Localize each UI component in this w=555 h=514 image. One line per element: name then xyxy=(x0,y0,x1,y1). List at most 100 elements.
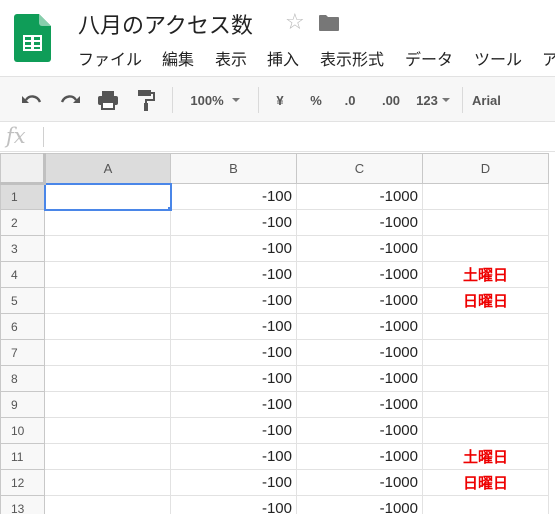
cell-d[interactable] xyxy=(422,209,549,236)
currency-format-button[interactable]: ¥ xyxy=(268,77,292,123)
menu-data[interactable]: データ xyxy=(405,46,453,70)
row-header[interactable]: 13 xyxy=(0,495,45,514)
redo-button[interactable] xyxy=(56,77,84,123)
cell-a[interactable] xyxy=(44,469,171,496)
column-header-c[interactable]: C xyxy=(296,153,423,184)
sheets-logo-icon[interactable] xyxy=(14,14,51,62)
select-all-corner[interactable] xyxy=(0,153,46,185)
cell-b[interactable]: -100 xyxy=(170,183,297,210)
cell-b[interactable]: -100 xyxy=(170,209,297,236)
cell-a[interactable] xyxy=(43,182,172,211)
cell-c[interactable]: -1000 xyxy=(296,339,423,366)
chevron-down-icon xyxy=(441,98,450,102)
font-select[interactable]: Arial xyxy=(472,77,532,123)
row-header[interactable]: 1 xyxy=(0,183,45,210)
cell-b[interactable]: -100 xyxy=(170,365,297,392)
cell-a[interactable] xyxy=(44,365,171,392)
column-header-b[interactable]: B xyxy=(170,153,297,184)
cell-c[interactable]: -1000 xyxy=(296,313,423,340)
undo-button[interactable] xyxy=(18,77,46,123)
cell-c[interactable]: -1000 xyxy=(296,287,423,314)
decrease-decimal-button[interactable]: .0 xyxy=(336,77,364,123)
menu-file[interactable]: ファイル xyxy=(78,46,142,70)
cell-c[interactable]: -1000 xyxy=(296,235,423,262)
cell-d[interactable]: 土曜日 xyxy=(422,443,549,470)
row-header[interactable]: 3 xyxy=(0,235,45,262)
row-header[interactable]: 11 xyxy=(0,443,45,470)
folder-icon[interactable] xyxy=(318,14,340,32)
cell-d[interactable] xyxy=(422,417,549,444)
cell-c[interactable]: -1000 xyxy=(296,365,423,392)
cell-d[interactable] xyxy=(422,313,549,340)
cell-a[interactable] xyxy=(44,339,171,366)
row-header[interactable]: 5 xyxy=(0,287,45,314)
cell-c[interactable]: -1000 xyxy=(296,417,423,444)
row-header[interactable]: 7 xyxy=(0,339,45,366)
row-header[interactable]: 2 xyxy=(0,209,45,236)
cell-c[interactable]: -1000 xyxy=(296,261,423,288)
menu-addons[interactable]: ア xyxy=(542,46,555,70)
cell-a[interactable] xyxy=(44,417,171,444)
menu-tools[interactable]: ツール xyxy=(474,46,522,70)
cell-a[interactable] xyxy=(44,261,171,288)
formula-input[interactable] xyxy=(50,126,550,148)
number-format-select[interactable]: 123 xyxy=(412,77,454,123)
cell-b[interactable]: -100 xyxy=(170,287,297,314)
decrease-decimal-icon: .0 xyxy=(344,92,356,108)
cell-b[interactable]: -100 xyxy=(170,495,297,514)
column-header-d[interactable]: D xyxy=(422,153,549,184)
paint-format-button[interactable] xyxy=(132,77,160,123)
star-icon[interactable]: ☆ xyxy=(285,10,305,35)
menu-insert[interactable]: 挿入 xyxy=(267,46,299,70)
cell-b[interactable]: -100 xyxy=(170,339,297,366)
print-icon xyxy=(98,91,118,110)
row-header[interactable]: 4 xyxy=(0,261,45,288)
cell-c[interactable]: -1000 xyxy=(296,495,423,514)
cell-d[interactable] xyxy=(422,365,549,392)
percent-format-button[interactable]: % xyxy=(304,77,328,123)
toolbar-divider xyxy=(462,87,463,113)
cell-d[interactable]: 土曜日 xyxy=(422,261,549,288)
column-header-a[interactable]: A xyxy=(44,153,171,184)
cell-d[interactable] xyxy=(422,235,549,262)
row-header[interactable]: 6 xyxy=(0,313,45,340)
cell-d[interactable] xyxy=(422,495,549,514)
cell-b[interactable]: -100 xyxy=(170,417,297,444)
cell-c[interactable]: -1000 xyxy=(296,209,423,236)
fill-handle[interactable] xyxy=(166,205,169,208)
print-button[interactable] xyxy=(94,77,122,123)
cell-a[interactable] xyxy=(44,391,171,418)
cell-b[interactable]: -100 xyxy=(170,313,297,340)
cell-a[interactable] xyxy=(44,209,171,236)
cell-b[interactable]: -100 xyxy=(170,235,297,262)
row-header[interactable]: 10 xyxy=(0,417,45,444)
cell-d[interactable] xyxy=(422,183,549,210)
cell-b[interactable]: -100 xyxy=(170,469,297,496)
row-header[interactable]: 9 xyxy=(0,391,45,418)
row-header[interactable]: 8 xyxy=(0,365,45,392)
cell-a[interactable] xyxy=(44,495,171,514)
cell-a[interactable] xyxy=(44,235,171,262)
cell-c[interactable]: -1000 xyxy=(296,391,423,418)
paint-roller-icon xyxy=(138,90,155,111)
cell-d[interactable]: 日曜日 xyxy=(422,287,549,314)
cell-c[interactable]: -1000 xyxy=(296,469,423,496)
cell-d[interactable]: 日曜日 xyxy=(422,469,549,496)
cell-d[interactable] xyxy=(422,339,549,366)
cell-a[interactable] xyxy=(44,443,171,470)
menu-format[interactable]: 表示形式 xyxy=(320,46,384,70)
zoom-select[interactable]: 100% xyxy=(180,77,250,123)
cell-b[interactable]: -100 xyxy=(170,443,297,470)
cell-c[interactable]: -1000 xyxy=(296,183,423,210)
menu-edit[interactable]: 編集 xyxy=(162,46,194,70)
cell-a[interactable] xyxy=(44,287,171,314)
increase-decimal-button[interactable]: .00 xyxy=(374,77,408,123)
document-title[interactable]: 八月のアクセス数 xyxy=(78,8,253,40)
cell-b[interactable]: -100 xyxy=(170,261,297,288)
row-header[interactable]: 12 xyxy=(0,469,45,496)
cell-b[interactable]: -100 xyxy=(170,391,297,418)
cell-a[interactable] xyxy=(44,313,171,340)
menu-view[interactable]: 表示 xyxy=(215,46,247,70)
cell-d[interactable] xyxy=(422,391,549,418)
cell-c[interactable]: -1000 xyxy=(296,443,423,470)
